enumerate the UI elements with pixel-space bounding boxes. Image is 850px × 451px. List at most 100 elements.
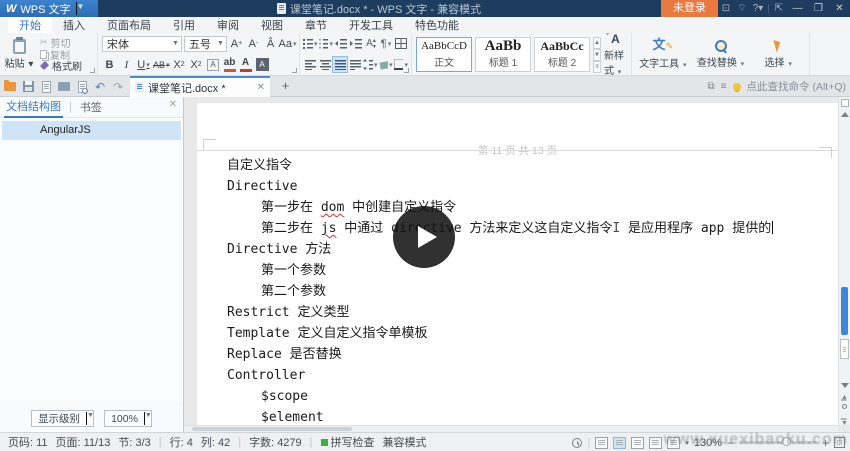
ruler-toggle-icon[interactable] — [841, 99, 849, 107]
change-case-button[interactable]: Aa▾ — [280, 36, 295, 51]
menu-tab-1[interactable]: 插入 — [52, 17, 96, 33]
insert-table-icon[interactable] — [394, 36, 408, 51]
zoom-slider[interactable] — [739, 441, 817, 444]
outline-view-icon[interactable] — [631, 437, 644, 449]
minimize-button[interactable]: — — [787, 0, 808, 17]
font-color-button[interactable]: A — [239, 57, 253, 72]
video-play-button[interactable] — [393, 206, 455, 268]
paragraph-dialog-launcher[interactable] — [404, 68, 409, 73]
document-text[interactable]: 自定义指令Directive第一步在 dom 中创建自定义指令第二步在 js 中… — [227, 155, 828, 425]
font-dialog-launcher[interactable] — [292, 68, 297, 73]
print-button[interactable] — [57, 80, 71, 94]
font-size-combobox[interactable]: 五号▼ — [184, 36, 227, 52]
sidebar-zoom-dropdown[interactable]: 100%▼ — [104, 410, 152, 427]
close-button[interactable]: ✕ — [829, 0, 850, 17]
tab-list-icon[interactable]: ≡ — [721, 81, 727, 92]
page-view-icon[interactable] — [613, 437, 626, 449]
line-spacing-button[interactable]: ▾ — [363, 57, 378, 72]
superscript-button[interactable]: X2 — [172, 57, 187, 72]
shading-button[interactable]: ▾ — [379, 57, 393, 72]
zoom-out-button[interactable]: − — [727, 437, 734, 449]
underline-button[interactable]: U▾ — [136, 57, 151, 72]
strikethrough-button[interactable]: AB▾ — [153, 57, 170, 72]
next-page-button[interactable]: ▁▼ — [841, 413, 848, 427]
select-browse-object-button[interactable] — [842, 404, 847, 409]
menu-tab-3[interactable]: 引用 — [162, 17, 206, 33]
vertical-scrollbar[interactable]: ▲▔ ▁▼ — [838, 97, 850, 425]
tab-document-map[interactable]: 文档结构图 — [4, 96, 63, 118]
decrease-indent-button[interactable] — [334, 36, 348, 51]
menu-tab-8[interactable]: 特色功能 — [404, 17, 470, 33]
open-file-button[interactable] — [3, 80, 17, 94]
increase-indent-button[interactable] — [349, 36, 363, 51]
bullet-list-button[interactable]: ▾ — [303, 36, 318, 51]
increase-font-button[interactable]: A+ — [229, 36, 244, 51]
style-card-0[interactable]: AaBbCcD正文 — [416, 37, 472, 72]
close-sidebar-icon[interactable]: ✕ — [169, 99, 177, 110]
maximize-button[interactable]: ❒ — [808, 0, 829, 17]
app-menu-button[interactable]: W WPS 文字 ▼ — [0, 0, 98, 17]
character-shading-button[interactable]: A — [255, 57, 270, 72]
skin-icon[interactable]: ⌔ — [734, 0, 750, 17]
fit-page-icon[interactable] — [834, 437, 845, 448]
scroll-up-arrow[interactable] — [841, 112, 849, 117]
zoom-percent[interactable]: 130% — [694, 437, 722, 449]
close-tab-icon[interactable]: ✕ — [257, 82, 265, 93]
help-icon[interactable]: ?▾ — [750, 0, 766, 17]
screenshot-icon[interactable]: ⊡ — [718, 0, 734, 17]
menu-tab-0[interactable]: 开始 — [8, 17, 52, 33]
new-style-button[interactable]: A 新样式 ▾ — [604, 32, 627, 77]
highlight-color-button[interactable]: ab — [223, 57, 237, 72]
menu-tab-7[interactable]: 开发工具 — [338, 17, 404, 33]
undo-button[interactable]: ↶ — [93, 80, 107, 94]
sort-button[interactable]: A▴▾ — [364, 36, 378, 51]
horizontal-scrollbar[interactable] — [184, 425, 838, 432]
document-tab[interactable]: 课堂笔记.docx * ✕ — [130, 76, 270, 97]
command-search-hint[interactable]: 点此查找命令 (Alt+Q) — [747, 79, 846, 94]
zoom-in-button[interactable]: + — [822, 437, 829, 449]
tab-bookmarks[interactable]: 书签 — [78, 97, 104, 117]
italic-button[interactable]: I — [119, 57, 134, 72]
paste-button[interactable]: 粘贴 ▾ — [4, 36, 34, 72]
history-icon[interactable] — [572, 438, 582, 448]
bold-button[interactable]: B — [102, 57, 117, 72]
show-level-dropdown[interactable]: 显示级别▼ — [31, 410, 94, 427]
scroll-position-indicator[interactable] — [841, 287, 848, 335]
document-map-item[interactable]: AngularJS — [2, 121, 181, 140]
menu-tab-6[interactable]: 章节 — [294, 17, 338, 33]
menu-tab-5[interactable]: 视图 — [250, 17, 294, 33]
phonetic-guide-button[interactable]: Â — [263, 36, 278, 51]
read-view-icon[interactable] — [667, 437, 680, 449]
style-gallery-expand-button[interactable]: ≡ — [593, 61, 601, 73]
zoom-slider-knob[interactable] — [782, 437, 791, 446]
font-name-combobox[interactable]: 宋体▼ — [102, 36, 182, 52]
login-button[interactable]: 未登录 — [661, 0, 718, 17]
format-painter-button[interactable]: 格式刷 — [40, 60, 82, 71]
scroll-down-arrow[interactable] — [841, 383, 849, 388]
select-button[interactable]: 选择 ▾ — [749, 36, 807, 72]
style-card-2[interactable]: AaBbCc标题 2 — [534, 37, 590, 72]
decrease-font-button[interactable]: A- — [246, 36, 261, 51]
style-card-1[interactable]: AaBb标题 1 — [475, 37, 531, 72]
save-button[interactable] — [21, 80, 35, 94]
show-paragraph-marks-button[interactable]: ¶▾ — [379, 36, 393, 51]
document-page[interactable]: 第 11 页 共 13 页 自定义指令Directive第一步在 dom 中创建… — [197, 103, 838, 425]
menu-tab-2[interactable]: 页面布局 — [96, 17, 162, 33]
full-screen-view-icon[interactable] — [595, 437, 608, 449]
scrollbar-thumb[interactable] — [840, 339, 849, 359]
style-scroll-down-button[interactable]: ▼ — [593, 49, 601, 61]
horizontal-scrollbar-thumb[interactable] — [192, 427, 352, 431]
redo-button[interactable]: ↷ — [111, 80, 125, 94]
print-preview-button[interactable] — [75, 80, 89, 94]
export-pdf-button[interactable] — [39, 80, 53, 94]
spellcheck-status[interactable]: 拼写检查 — [321, 434, 375, 450]
status-word-count[interactable]: 字数: 4279 — [249, 434, 302, 450]
text-tools-button[interactable]: 文✎ 文字工具 ▾ — [634, 36, 692, 72]
distribute-button[interactable] — [348, 57, 362, 72]
switch-window-icon[interactable]: ⧉ — [708, 81, 715, 92]
menu-tab-4[interactable]: 审阅 — [206, 17, 250, 33]
style-scroll-up-button[interactable]: ▲ — [593, 37, 601, 49]
align-left-button[interactable] — [303, 57, 317, 72]
subscript-button[interactable]: X2 — [189, 57, 204, 72]
character-border-button[interactable]: A — [206, 57, 221, 72]
